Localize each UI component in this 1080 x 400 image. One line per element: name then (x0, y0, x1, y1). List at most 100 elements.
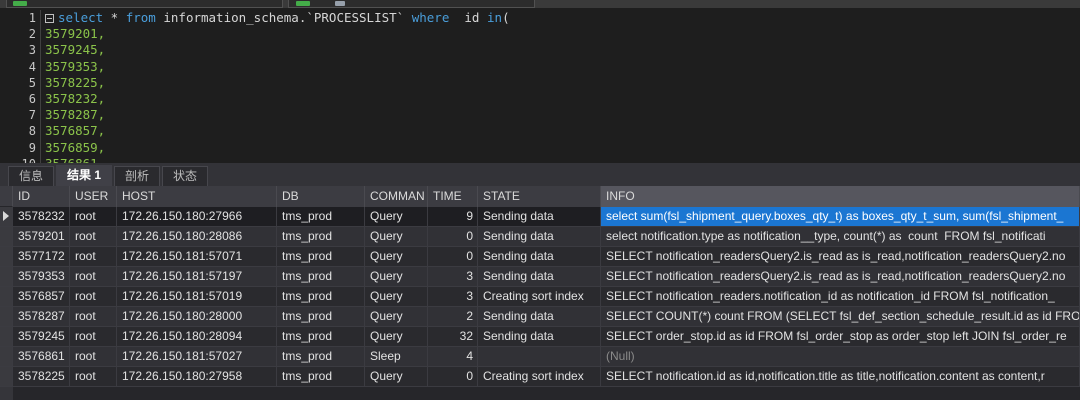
cell-time[interactable]: 4 (428, 347, 478, 367)
cell-state[interactable]: Sending data (478, 307, 601, 327)
cell-db[interactable]: tms_prod (277, 367, 365, 387)
sql-editor[interactable]: 1 select * from information_schema.`PROCE… (0, 8, 1080, 163)
cell-info[interactable]: select sum(fsl_shipment_query.boxes_qty_… (601, 207, 1080, 227)
row-marker-cell[interactable] (0, 307, 13, 327)
table-row[interactable]: 3576861 root 172.26.150.181:57027 tms_prod S… (0, 347, 1080, 367)
cell-id[interactable]: 3576861 (13, 347, 70, 367)
editor-line[interactable]: 2 3579201, (0, 26, 1080, 43)
cell-time[interactable]: 32 (428, 327, 478, 347)
tab-信息[interactable]: 信息 (8, 166, 55, 186)
cell-time[interactable]: 0 (428, 227, 478, 247)
cell-db[interactable]: tms_prod (277, 207, 365, 227)
cell-id[interactable]: 3579353 (13, 267, 70, 287)
cell-info[interactable]: SELECT notification_readersQuery2.is_rea… (601, 247, 1080, 267)
cell-user[interactable]: root (70, 267, 117, 287)
cell-host[interactable]: 172.26.150.180:28086 (117, 227, 277, 247)
cell-user[interactable]: root (70, 347, 117, 367)
table-row[interactable]: 3579201 root 172.26.150.180:28086 tms_prod Q… (0, 227, 1080, 247)
cell-id[interactable]: 3579201 (13, 227, 70, 247)
cell-command[interactable]: Query (365, 227, 428, 247)
cell-db[interactable]: tms_prod (277, 347, 365, 367)
cell-host[interactable]: 172.26.150.181:57197 (117, 267, 277, 287)
cell-time[interactable]: 0 (428, 247, 478, 267)
cell-host[interactable]: 172.26.150.180:28094 (117, 327, 277, 347)
column-header-user[interactable]: USER (70, 186, 117, 207)
editor-line[interactable]: 6 3578232, (0, 90, 1080, 108)
tab-状态[interactable]: 状态 (162, 166, 209, 186)
tab-active-结果 1[interactable]: 结果 1 (56, 165, 113, 186)
row-marker-cell[interactable] (0, 227, 13, 247)
cell-command[interactable]: Query (365, 267, 428, 287)
cell-command[interactable]: Query (365, 307, 428, 327)
editor-tab-fragment[interactable] (6, 0, 283, 8)
cell-user[interactable]: root (70, 327, 117, 347)
cell-time[interactable]: 0 (428, 367, 478, 387)
cell-time[interactable]: 3 (428, 267, 478, 287)
row-marker-cell[interactable] (0, 327, 13, 347)
column-header-state[interactable]: STATE (478, 186, 601, 207)
editor-line[interactable]: 9 3576859, (0, 139, 1080, 156)
editor-line[interactable]: 10 3576861, (0, 155, 1080, 163)
cell-db[interactable]: tms_prod (277, 327, 365, 347)
cell-info[interactable]: SELECT COUNT(*) count FROM (SELECT fsl_d… (601, 307, 1080, 327)
cell-command[interactable]: Sleep (365, 347, 428, 367)
cell-state[interactable]: Sending data (478, 207, 601, 227)
tab-剖析[interactable]: 剖析 (114, 166, 161, 186)
cell-command[interactable]: Query (365, 207, 428, 227)
cell-id[interactable]: 3576857 (13, 287, 70, 307)
cell-id[interactable]: 3578232 (13, 207, 70, 227)
cell-time[interactable]: 2 (428, 307, 478, 327)
cell-user[interactable]: root (70, 287, 117, 307)
cell-state[interactable]: Creating sort index (478, 367, 601, 387)
cell-time[interactable]: 9 (428, 207, 478, 227)
editor-line[interactable]: 7 3578287, (0, 107, 1080, 124)
cell-host[interactable]: 172.26.150.180:27958 (117, 367, 277, 387)
column-header-command[interactable]: COMMAN (365, 186, 428, 207)
cell-db[interactable]: tms_prod (277, 227, 365, 247)
table-row[interactable]: 3578232 root 172.26.150.180:27966 tms_prod Q… (0, 207, 1080, 227)
cell-user[interactable]: root (70, 307, 117, 327)
cell-db[interactable]: tms_prod (277, 307, 365, 327)
cell-info[interactable]: SELECT notification.id as id,notificatio… (601, 367, 1080, 387)
row-marker-cell[interactable] (0, 247, 13, 267)
cell-id[interactable]: 3578287 (13, 307, 70, 327)
table-row[interactable]: 3579353 root 172.26.150.181:57197 tms_prod Q… (0, 267, 1080, 287)
column-header-time[interactable]: TIME (428, 186, 478, 207)
table-row[interactable]: 3576857 root 172.26.150.181:57019 tms_prod Q… (0, 287, 1080, 307)
cell-id[interactable]: 3578225 (13, 367, 70, 387)
cell-id[interactable]: 3579245 (13, 327, 70, 347)
fold-collapse-icon[interactable] (45, 14, 54, 23)
cell-db[interactable]: tms_prod (277, 267, 365, 287)
table-row[interactable]: 3579245 root 172.26.150.180:28094 tms_prod Q… (0, 327, 1080, 347)
cell-state[interactable]: Sending data (478, 227, 601, 247)
cell-command[interactable]: Query (365, 287, 428, 307)
cell-info[interactable]: SELECT order_stop.id as id FROM fsl_orde… (601, 327, 1080, 347)
table-row[interactable]: 3577172 root 172.26.150.181:57071 tms_prod Q… (0, 247, 1080, 267)
editor-tab-fragment[interactable] (288, 0, 535, 8)
cell-state[interactable]: Sending data (478, 247, 601, 267)
column-header-id[interactable]: ID (13, 186, 70, 207)
table-row[interactable]: 3578225 root 172.26.150.180:27958 tms_prod Q… (0, 367, 1080, 387)
cell-info[interactable]: select notification.type as notification… (601, 227, 1080, 247)
cell-info[interactable]: SELECT notification_readersQuery2.is_rea… (601, 267, 1080, 287)
cell-host[interactable]: 172.26.150.180:28000 (117, 307, 277, 327)
cell-state[interactable]: Sending data (478, 267, 601, 287)
table-row[interactable]: 3578287 root 172.26.150.180:28000 tms_prod Q… (0, 307, 1080, 327)
cell-db[interactable]: tms_prod (277, 247, 365, 267)
cell-user[interactable]: root (70, 367, 117, 387)
cell-state[interactable] (478, 347, 601, 367)
cell-user[interactable]: root (70, 247, 117, 267)
row-marker-cell[interactable] (0, 367, 13, 387)
row-marker-cell[interactable] (0, 287, 13, 307)
cell-command[interactable]: Query (365, 247, 428, 267)
cell-user[interactable]: root (70, 207, 117, 227)
cell-time[interactable]: 3 (428, 287, 478, 307)
editor-line[interactable]: 5 3578225, (0, 74, 1080, 91)
cell-state[interactable]: Sending data (478, 327, 601, 347)
cell-db[interactable]: tms_prod (277, 287, 365, 307)
cell-host[interactable]: 172.26.150.181:57071 (117, 247, 277, 267)
cell-host[interactable]: 172.26.150.181:57019 (117, 287, 277, 307)
cell-command[interactable]: Query (365, 327, 428, 347)
column-header-db[interactable]: DB (277, 186, 365, 207)
cell-state[interactable]: Creating sort index (478, 287, 601, 307)
